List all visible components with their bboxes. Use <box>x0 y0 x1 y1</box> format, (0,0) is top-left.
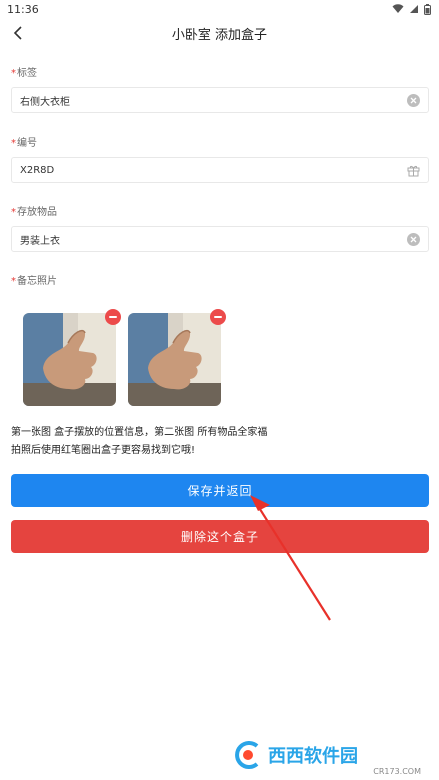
tag-field[interactable] <box>11 87 429 113</box>
minus-icon <box>214 316 222 318</box>
back-button[interactable] <box>8 23 28 43</box>
required-mark: * <box>11 138 16 149</box>
thumbs-up-photo <box>128 313 221 406</box>
status-bar: 11:36 <box>0 0 439 18</box>
clear-tag-icon[interactable] <box>407 93 420 107</box>
photo-thumbnail[interactable] <box>128 313 221 406</box>
photos-label: *备忘照片 <box>11 276 57 287</box>
watermark-text: 西西软件园 <box>268 746 358 767</box>
status-time: 11:36 <box>7 2 39 16</box>
minus-icon <box>109 316 117 318</box>
clear-items-icon[interactable] <box>407 232 420 246</box>
battery-icon <box>424 3 431 15</box>
save-and-return-button[interactable]: 保存并返回 <box>11 474 429 507</box>
status-icons <box>392 3 431 15</box>
required-mark: * <box>11 68 16 79</box>
signal-icon <box>410 5 418 13</box>
hint-line-1: 第一张图 盒子摆放的位置信息，第二张图 所有物品全家福 <box>11 427 268 438</box>
code-field[interactable] <box>11 157 429 183</box>
items-field[interactable] <box>11 226 429 252</box>
items-input[interactable] <box>20 233 407 245</box>
remove-photo-button[interactable] <box>105 309 121 325</box>
gift-icon[interactable] <box>406 163 420 177</box>
thumbs-up-photo <box>23 313 116 406</box>
required-mark: * <box>11 207 16 218</box>
watermark-logo-icon <box>235 741 259 769</box>
watermark-url: CR173.COM <box>373 767 421 776</box>
required-mark: * <box>11 276 16 287</box>
photo-thumbnail[interactable] <box>23 313 116 406</box>
items-label: *存放物品 <box>11 207 57 218</box>
page-title: 小卧室 添加盒子 <box>171 27 268 43</box>
tag-label: *标签 <box>11 68 37 79</box>
tag-input[interactable] <box>20 94 407 106</box>
top-bar: 小卧室 添加盒子 <box>0 18 439 48</box>
wifi-icon <box>392 4 404 13</box>
hint-line-2: 拍照后使用红笔圈出盒子更容易找到它哦! <box>11 445 196 456</box>
watermark: 西西软件园 CR173.COM <box>231 738 431 776</box>
delete-box-button[interactable]: 删除这个盒子 <box>11 520 429 553</box>
back-arrow-icon <box>13 26 22 40</box>
remove-photo-button[interactable] <box>210 309 226 325</box>
code-label: *编号 <box>11 138 37 149</box>
code-input[interactable] <box>20 164 406 176</box>
